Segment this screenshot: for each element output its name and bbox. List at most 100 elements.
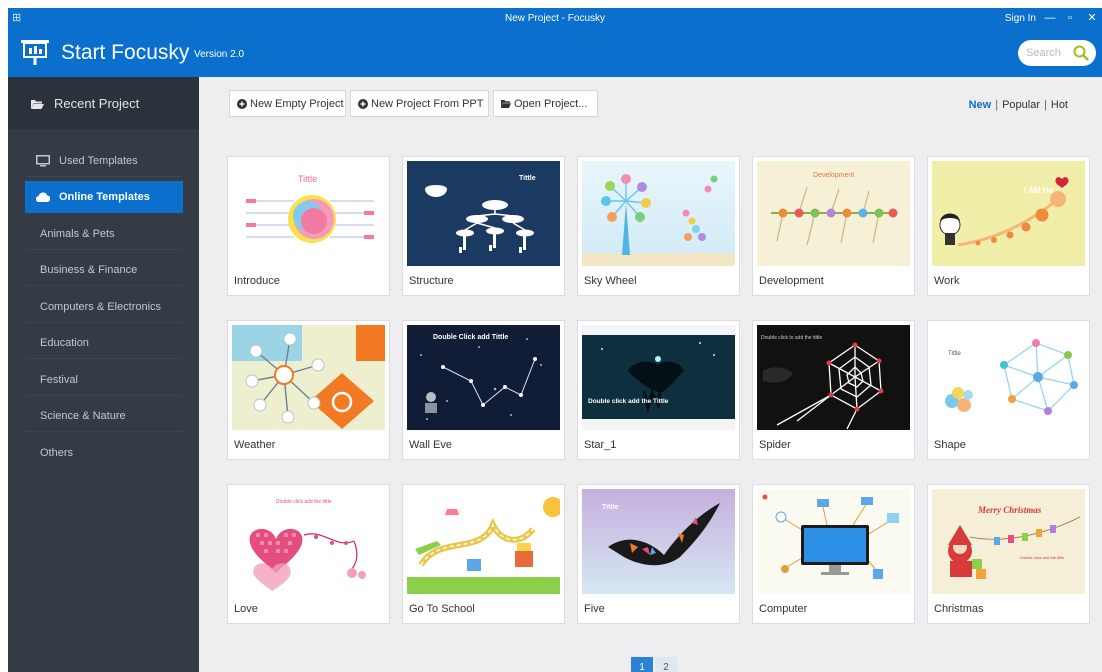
thumb-title: Merry Christmas bbox=[977, 505, 1042, 515]
cloud-icon bbox=[36, 192, 50, 203]
template-thumbnail bbox=[407, 489, 560, 594]
sort-hot-link[interactable]: Hot bbox=[1051, 99, 1068, 111]
button-label: New Project From PPT bbox=[371, 98, 484, 110]
sidebar-item-science-nature[interactable]: Science & Nature bbox=[25, 400, 183, 432]
sign-in-link[interactable]: Sign In bbox=[1005, 13, 1036, 24]
template-card-five[interactable]: Tittle Five bbox=[577, 484, 740, 624]
focusky-window: ⊞ New Project - Focusky Sign In — ▫ ✕ St… bbox=[8, 8, 1102, 672]
sidebar-item-label: Business & Finance bbox=[40, 264, 138, 276]
sort-separator: | bbox=[1044, 99, 1047, 111]
main-content: New Empty Project New Project From PPT O… bbox=[199, 77, 1102, 672]
sidebar-item-label: Others bbox=[40, 447, 74, 459]
close-icon[interactable]: ✕ bbox=[1084, 10, 1100, 26]
sidebar-item-label: Science & Nature bbox=[40, 410, 126, 422]
sidebar-item-label: Used Templates bbox=[59, 155, 138, 167]
sidebar-item-others[interactable]: Others bbox=[25, 437, 183, 469]
page-2-button[interactable]: 2 bbox=[655, 657, 677, 672]
sidebar-item-animals-pets[interactable]: Animals & Pets bbox=[25, 218, 183, 250]
template-name: Star_1 bbox=[584, 439, 617, 451]
template-thumbnail: Double click to add the tittle bbox=[757, 325, 910, 430]
template-name: Work bbox=[934, 275, 960, 287]
thumb-text: Double click add the Tittle bbox=[588, 398, 669, 405]
monitor-icon bbox=[36, 155, 50, 167]
template-card-christmas[interactable]: Merry Christmas Double click add the tit… bbox=[927, 484, 1090, 624]
thumb-title: Tittle bbox=[948, 351, 961, 357]
template-name: Christmas bbox=[934, 603, 984, 615]
sort-popular-link[interactable]: Popular bbox=[1002, 99, 1040, 111]
sidebar-item-used-templates[interactable]: Used Templates bbox=[25, 145, 183, 177]
template-thumbnail: Merry Christmas Double click add the tit… bbox=[932, 489, 1085, 594]
window-title: New Project - Focusky bbox=[504, 13, 606, 24]
thumb-text: Double click add the tittle bbox=[1020, 555, 1065, 560]
header-bar: Start Focusky Version 2.0 bbox=[8, 30, 1102, 77]
template-name: Computer bbox=[759, 603, 808, 615]
thumb-title: Development bbox=[813, 172, 854, 179]
version-label: Version 2.0 bbox=[194, 49, 245, 60]
folder-open-icon bbox=[31, 100, 44, 109]
template-card-weather[interactable]: Weather bbox=[227, 320, 390, 460]
template-card-work[interactable]: I AM Ha Work bbox=[927, 156, 1090, 296]
template-thumbnail: Development bbox=[757, 161, 910, 266]
page-1-button[interactable]: 1 bbox=[631, 657, 653, 672]
template-thumbnail: Tittle bbox=[932, 325, 1085, 430]
search-input[interactable] bbox=[1026, 45, 1072, 61]
template-card-introduce[interactable]: Tittle Introduce bbox=[227, 156, 390, 296]
maximize-icon[interactable]: ▫ bbox=[1062, 10, 1078, 26]
thumb-text: Double click add the tittle bbox=[276, 499, 332, 505]
template-card-star-1[interactable]: Double click add the Tittle Star_1 bbox=[577, 320, 740, 460]
template-card-wall-eve[interactable]: Double Click add Tittle Wall Eve bbox=[402, 320, 565, 460]
template-thumbnail: Tittle bbox=[582, 489, 735, 594]
template-card-spider[interactable]: Double click to add the tittle Spider bbox=[752, 320, 915, 460]
template-name: Go To School bbox=[409, 603, 475, 615]
template-card-development[interactable]: Development Development bbox=[752, 156, 915, 296]
sidebar-item-computers-electronics[interactable]: Computers & Electronics bbox=[25, 291, 183, 323]
plus-circle-icon bbox=[358, 99, 368, 109]
template-thumbnail: Tittle bbox=[232, 161, 385, 266]
template-name: Wall Eve bbox=[409, 439, 452, 451]
template-card-computer[interactable]: Computer bbox=[752, 484, 915, 624]
new-empty-project-button[interactable]: New Empty Project bbox=[229, 90, 346, 117]
recent-project-label: Recent Project bbox=[54, 96, 140, 111]
template-thumbnail: I AM Ha bbox=[932, 161, 1085, 266]
template-card-sky-wheel[interactable]: Sky Wheel bbox=[577, 156, 740, 296]
template-thumbnail bbox=[232, 325, 385, 430]
sidebar-item-label: Computers & Electronics bbox=[40, 301, 162, 313]
recent-project-button[interactable]: Recent Project bbox=[8, 77, 199, 129]
template-name: Sky Wheel bbox=[584, 275, 637, 287]
search-box[interactable] bbox=[1018, 40, 1096, 66]
presentation-board-icon bbox=[21, 40, 49, 65]
template-name: Five bbox=[584, 603, 605, 615]
search-icon[interactable] bbox=[1072, 44, 1090, 62]
thumb-text: Double Click add Tittle bbox=[433, 334, 508, 341]
sidebar: Recent Project Used Templates Online Tem… bbox=[8, 77, 199, 672]
template-thumbnail: Double Click add Tittle bbox=[407, 325, 560, 430]
sort-new-link[interactable]: New bbox=[969, 99, 992, 111]
sort-options: New | Popular | Hot bbox=[969, 99, 1068, 111]
template-name: Love bbox=[234, 603, 258, 615]
sidebar-item-business-finance[interactable]: Business & Finance bbox=[25, 254, 183, 286]
template-thumbnail: Double click add the tittle bbox=[232, 489, 385, 594]
template-name: Introduce bbox=[234, 275, 280, 287]
new-project-from-ppt-button[interactable]: New Project From PPT bbox=[350, 90, 489, 117]
sidebar-item-festival[interactable]: Festival bbox=[25, 364, 183, 396]
template-thumbnail: Tittle bbox=[407, 161, 560, 266]
minimize-icon[interactable]: — bbox=[1042, 10, 1058, 26]
template-name: Weather bbox=[234, 439, 276, 451]
template-card-go-to-school[interactable]: Go To School bbox=[402, 484, 565, 624]
sidebar-item-label: Animals & Pets bbox=[40, 228, 115, 240]
template-thumbnail bbox=[757, 489, 910, 594]
button-label: Open Project... bbox=[514, 98, 588, 110]
template-card-structure[interactable]: Tittle Structure bbox=[402, 156, 565, 296]
template-name: Development bbox=[759, 275, 824, 287]
template-thumbnail bbox=[582, 161, 735, 266]
sidebar-item-online-templates[interactable]: Online Templates bbox=[25, 181, 183, 213]
open-project-button[interactable]: Open Project... bbox=[493, 90, 598, 117]
template-name: Structure bbox=[409, 275, 454, 287]
thumb-title: Tittle bbox=[298, 174, 317, 184]
thumb-title: Tittle bbox=[519, 175, 536, 182]
template-thumbnail: Double click add the Tittle bbox=[582, 325, 735, 430]
thumb-text: Double click to add the tittle bbox=[761, 335, 822, 341]
template-card-shape[interactable]: Tittle Shape bbox=[927, 320, 1090, 460]
sidebar-item-education[interactable]: Education bbox=[25, 327, 183, 359]
template-card-love[interactable]: Double click add the tittle Love bbox=[227, 484, 390, 624]
